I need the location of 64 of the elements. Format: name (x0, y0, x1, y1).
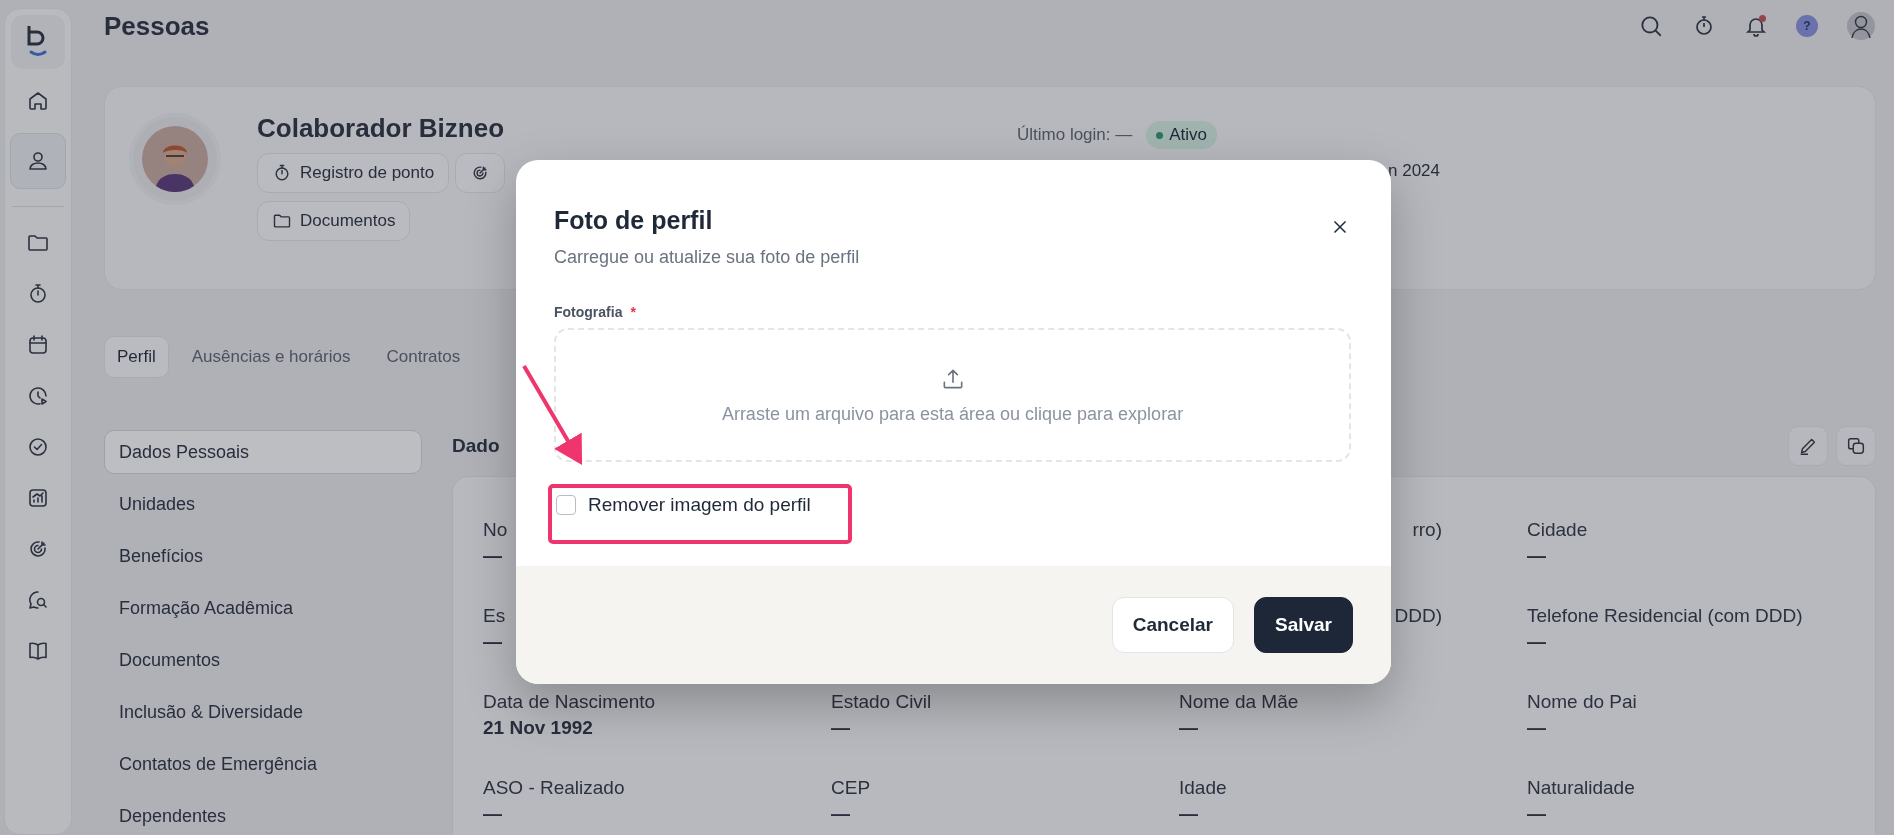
field-label: Nome do Pai (1527, 691, 1638, 713)
field-value: — (831, 717, 851, 739)
field-value: — (1179, 717, 1199, 739)
tab[interactable]: Ausências e horários (178, 336, 364, 378)
field-label: DDD) (1394, 605, 1442, 627)
checkbox[interactable] (556, 495, 576, 515)
field-label: No (483, 519, 509, 541)
field-label: Es (483, 605, 507, 627)
section-item[interactable]: Dados Pessoais (104, 430, 422, 474)
section-item[interactable]: Formação Acadêmica (104, 586, 422, 630)
section-item[interactable]: Unidades (104, 482, 422, 526)
avatar-icon (142, 126, 208, 192)
folder-button[interactable]: Documentos (257, 201, 411, 241)
search-icon[interactable] (1638, 13, 1664, 39)
folder-icon (272, 211, 292, 231)
field-label: Data de Nascimento (483, 691, 657, 713)
field-label: Estado Civil (831, 691, 933, 713)
tab[interactable]: Perfil (104, 336, 169, 378)
field-value: — (1527, 631, 1547, 653)
field-label: Idade (1179, 777, 1228, 799)
copy-button[interactable] (1836, 426, 1876, 466)
section-item[interactable]: Dependentes (104, 794, 422, 835)
section-item[interactable]: Inclusão & Diversidade (104, 690, 422, 734)
icon-button[interactable] (455, 153, 506, 193)
field-value: — (1179, 803, 1199, 825)
checkbox-label[interactable]: Remover imagem do perfil (588, 494, 811, 516)
field-value: — (483, 631, 503, 653)
field-value: 21 Nov 1992 (483, 717, 594, 739)
field-value: — (483, 803, 503, 825)
edit-button[interactable] (1788, 426, 1828, 466)
field-value: — (1527, 717, 1547, 739)
section-item[interactable]: Contatos de Emergência (104, 742, 422, 786)
status-badge: Ativo (1146, 121, 1218, 149)
employee-name: Colaborador Bizneo (257, 113, 505, 145)
field-label: ASO - Realizado (483, 777, 626, 799)
field-value: — (1527, 803, 1547, 825)
required-mark: * (630, 304, 636, 320)
field-label: Fotografia (554, 304, 623, 320)
bell-icon[interactable] (1744, 14, 1768, 38)
field-label: Telefone Residencial (com DDD) (1527, 605, 1804, 627)
field-label: rro) (1412, 519, 1442, 541)
logo-icon[interactable] (11, 15, 65, 69)
info-text: n 2024 (1388, 161, 1440, 181)
field-value: — (1527, 545, 1547, 567)
copy-icon (1845, 435, 1867, 457)
field-label: CEP (831, 777, 872, 799)
field-value: — (483, 545, 503, 567)
field-value: — (831, 803, 851, 825)
dialog-title: Foto de perfil (554, 206, 714, 235)
stopwatch-button[interactable]: Registro de ponto (257, 153, 450, 193)
last-login: Último login: — (1017, 125, 1133, 145)
page-title: Pessoas (104, 10, 210, 42)
cancel-button[interactable]: Cancelar (1111, 597, 1234, 653)
field-label: Nome da Mãe (1179, 691, 1300, 713)
field-label: Naturalidade (1527, 777, 1636, 799)
person-icon[interactable] (10, 133, 66, 189)
section-item[interactable]: Benefícios (104, 534, 422, 578)
section-title: Dado (452, 435, 500, 457)
avatar-icon[interactable] (1846, 11, 1876, 41)
tab[interactable]: Contratos (373, 336, 474, 378)
save-button[interactable]: Salvar (1253, 597, 1353, 653)
field-label: Cidade (1527, 519, 1589, 541)
section-item[interactable]: Documentos (104, 638, 422, 682)
dialog-subtitle: Carregue ou atualize sua foto de perfil (554, 247, 860, 268)
